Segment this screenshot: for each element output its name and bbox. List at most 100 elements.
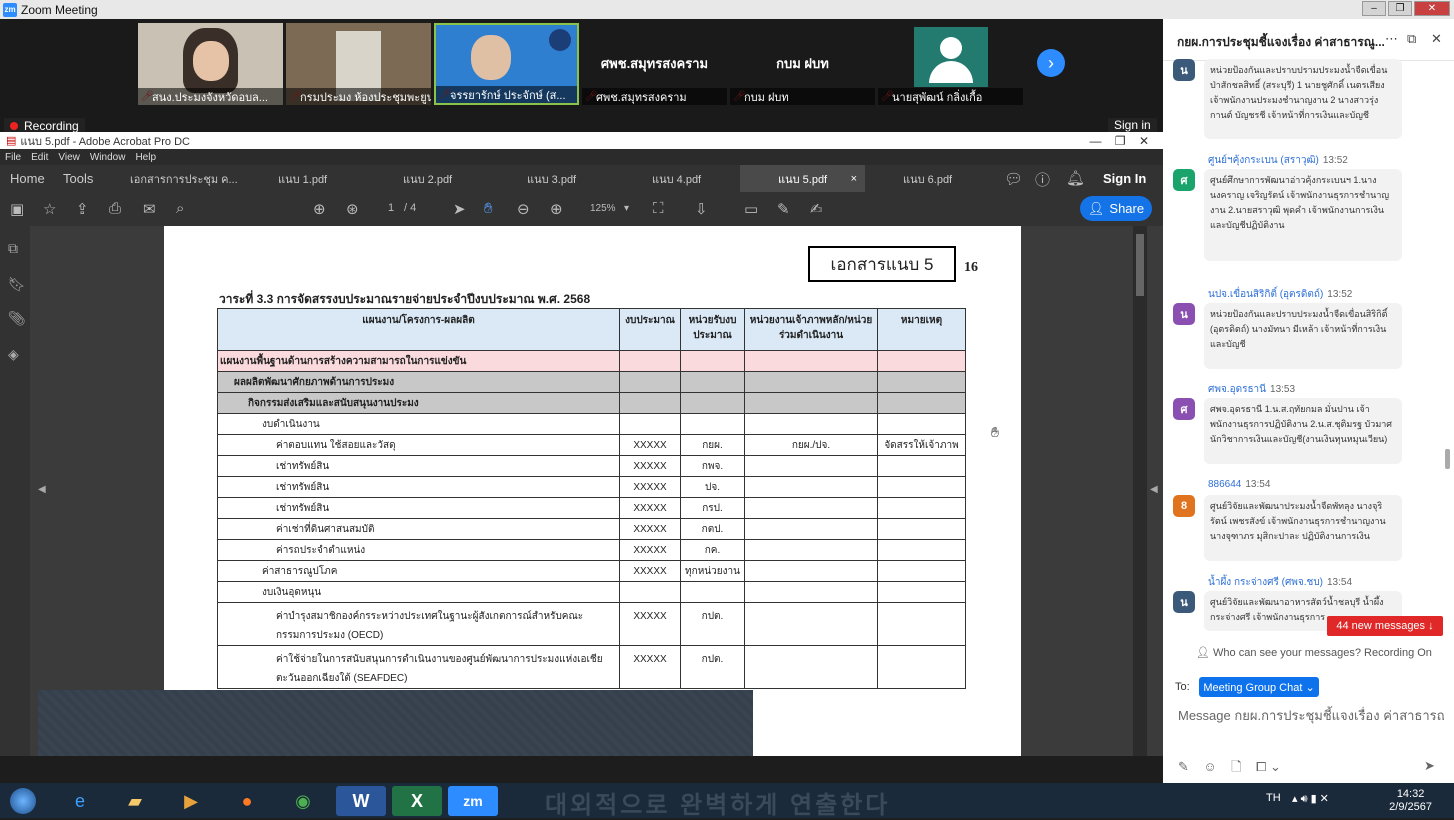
send-icon[interactable]: ➤ — [1424, 758, 1435, 774]
collapse-left-panel-icon[interactable]: ◀ — [38, 484, 46, 495]
item-cell: ค่าเช่าที่ดินศาสนสมบัติ — [217, 518, 620, 540]
hand-cursor-icon: ✋︎ — [991, 424, 999, 440]
comment-tool-icon[interactable]: ▭ — [744, 200, 758, 218]
budget-table: แผนงาน/โครงการ-ผลผลิต งบประมาณ หน่วยรับง… — [217, 308, 966, 689]
sender-name[interactable]: น้ำผึ้ง กระจ่างศรี (ศพจ.ชบ) 13:54 — [1208, 575, 1352, 590]
email-icon[interactable]: ✉ — [143, 200, 156, 218]
tab-document-active[interactable]: แนบ 5.pdf × — [740, 165, 865, 192]
value-cell: กยผ./ปจ. — [744, 434, 878, 456]
chat-visibility-notice[interactable]: 👤︎ Who can see your messages? Recording … — [1196, 646, 1432, 659]
vertical-scrollbar[interactable] — [1133, 226, 1147, 756]
tab-tools[interactable]: Tools — [63, 165, 93, 192]
menu-view[interactable]: View — [58, 152, 80, 163]
new-messages-button[interactable]: 44 new messages ↓ — [1327, 616, 1443, 636]
select-tool-icon[interactable]: ➤ — [453, 200, 466, 218]
help-icon[interactable]: ⓘ — [1035, 169, 1050, 190]
pen-icon[interactable]: ✎ — [777, 200, 790, 218]
menu-edit[interactable]: Edit — [31, 152, 48, 163]
zoom-level-select[interactable]: 125% — [590, 203, 616, 214]
fit-page-icon[interactable]: ⛶ — [653, 200, 664, 217]
visibility-user-icon: 👤︎ — [1196, 647, 1214, 659]
maximize-button[interactable]: ❐ — [1388, 1, 1412, 16]
notification-bell-icon[interactable]: 🔔︎ — [1066, 169, 1085, 187]
item-cell: ค่าบำรุงสมาชิกองค์กรระหว่างประเทศในฐานะผ… — [217, 602, 620, 646]
more-options-icon[interactable]: ⋯ — [1385, 31, 1398, 47]
menu-window[interactable]: Window — [90, 152, 126, 163]
layers-icon[interactable]: ◈ — [8, 346, 19, 363]
tab-document[interactable]: แนบ 3.pdf — [527, 165, 576, 192]
close-chat-icon[interactable]: ✕ — [1431, 31, 1442, 47]
upload-icon[interactable]: ⇪ — [76, 200, 89, 218]
save-icon[interactable]: ▣ — [10, 200, 24, 218]
value-cell: XXXXX — [619, 497, 681, 519]
start-button[interactable] — [2, 786, 44, 816]
zoom-in-icon[interactable]: ⊕ — [550, 200, 563, 218]
scrollbar-thumb[interactable] — [1136, 234, 1144, 296]
pop-out-icon[interactable]: ⧉ — [1407, 31, 1416, 47]
print-icon[interactable]: ⎙ — [109, 200, 121, 217]
bookmark-star-icon[interactable]: ☆ — [43, 200, 56, 218]
menu-help[interactable]: Help — [135, 152, 156, 163]
participant-tile-active-speaker[interactable]: 🎤︎ จรรยารักษ์ ประจักษ์ (ส... — [434, 23, 579, 105]
acrobat-sign-in-button[interactable]: Sign In — [1103, 165, 1146, 192]
sender-name[interactable]: นปจ.เขื่อนสิริกิติ์ (อุตรดิตถ์) 13:52 — [1208, 287, 1352, 302]
minimize-button[interactable]: – — [1362, 1, 1386, 16]
internet-explorer-icon[interactable]: e — [55, 786, 105, 816]
tab-document[interactable]: แนบ 6.pdf — [903, 165, 952, 192]
tab-home[interactable]: Home — [10, 165, 45, 192]
input-language[interactable]: TH — [1266, 792, 1281, 804]
share-button[interactable]: 👤︎ Share — [1080, 196, 1152, 221]
search-icon[interactable]: ⌕ — [176, 200, 184, 217]
participant-tile[interactable]: 🎤︎ นายสุพัฒน์ กลิ่งเกื้อ — [878, 23, 1023, 105]
close-button[interactable]: ✕ — [1414, 1, 1450, 16]
scroll-mode-icon[interactable]: ⇩ — [695, 200, 708, 218]
participant-tile[interactable]: 🎤︎ สนง.ประมงจังหวัดอบล... — [138, 23, 283, 105]
file-explorer-icon[interactable]: ▰ — [110, 786, 160, 816]
format-text-icon[interactable]: ✎ — [1178, 759, 1189, 774]
zoom-dropdown-chevron-icon[interactable]: ▾ — [624, 203, 629, 214]
chat-scrollbar-thumb[interactable] — [1445, 449, 1450, 469]
tab-document[interactable]: เอกสารการประชุม ค... — [130, 165, 238, 192]
excel-icon[interactable]: X — [392, 786, 442, 816]
chat-message-input[interactable]: Message กยผ.การประชุมชี้แจงเรื่อง ค่าสาธ… — [1178, 705, 1444, 726]
tab-document[interactable]: แนบ 2.pdf — [403, 165, 452, 192]
media-player-icon[interactable]: ▶ — [166, 786, 216, 816]
zoom-taskbar-icon[interactable]: zm — [448, 786, 498, 816]
comment-icon[interactable]: 💬︎ — [1004, 170, 1023, 188]
value-cell — [877, 602, 966, 646]
participant-tile[interactable]: 🎤︎ กรมประมง ห้องประชุมพะยูน — [286, 23, 431, 105]
file-icon[interactable]: 🗋 — [1231, 759, 1241, 774]
table-row: ค่าบำรุงสมาชิกองค์กรระหว่างประเทศในฐานะผ… — [217, 602, 966, 646]
menu-file[interactable]: File — [5, 152, 21, 163]
chrome-icon[interactable]: ◉ — [278, 786, 328, 816]
prev-page-icon[interactable]: ⊕ — [313, 200, 326, 218]
sender-name[interactable]: 886644 13:54 — [1208, 479, 1270, 490]
recipient-dropdown[interactable]: Meeting Group Chat ⌄ — [1199, 677, 1319, 697]
tab-document[interactable]: แนบ 4.pdf — [652, 165, 701, 192]
attachments-icon[interactable]: 📎︎ — [8, 310, 26, 327]
bookmarks-icon[interactable]: 🔖︎ — [8, 276, 26, 293]
collapse-right-panel-icon[interactable]: ◀ — [1150, 484, 1158, 495]
participant-tile[interactable]: กบม ฝบท 🎤︎ กบม ฝบท — [730, 23, 875, 105]
system-clock[interactable]: 14:32 2/9/2567 — [1389, 788, 1432, 814]
sender-name[interactable]: ศูนย์ฯคุ้งกระเบน (สราวุฒิ) 13:52 — [1208, 153, 1348, 168]
sender-name[interactable]: ศพจ.อุดรธานี 13:53 — [1208, 382, 1295, 397]
hand-tool-icon[interactable]: ✋︎ — [484, 200, 493, 217]
zoom-out-icon[interactable]: ⊖ — [517, 200, 530, 218]
participant-tile[interactable]: ศพช.สมุทรสงคราม 🎤︎ ศพช.สมุทรสงคราม — [582, 23, 727, 105]
pdf-viewer[interactable]: ◀ ◀ เอกสารแนบ 5 16 วาระที่ 3.3 การจัดสรร… — [30, 226, 1163, 756]
screenshot-icon[interactable]: ⧠ — [1256, 759, 1266, 774]
emoji-icon[interactable]: ☺ — [1203, 759, 1216, 774]
more-chevron-icon[interactable]: ⌄ — [1270, 759, 1281, 774]
page-thumbnails-icon[interactable]: ⧉ — [8, 240, 18, 257]
tab-close-icon[interactable]: × — [851, 173, 857, 185]
next-page-icon[interactable]: ⊛ — [346, 200, 359, 218]
acrobat-window-controls[interactable]: — ❐ ✕ — [1090, 134, 1149, 148]
sign-icon[interactable]: ✍︎ — [810, 200, 823, 218]
tray-icons[interactable]: ▴ 🔊︎ ▮ ✕ — [1292, 792, 1329, 806]
tab-document[interactable]: แนบ 1.pdf — [278, 165, 327, 192]
page-number-input[interactable]: 1 — [388, 202, 394, 214]
next-page-chevron-icon[interactable]: › — [1037, 49, 1065, 77]
word-icon[interactable]: W — [336, 786, 386, 816]
firefox-icon[interactable]: ● — [222, 786, 272, 816]
